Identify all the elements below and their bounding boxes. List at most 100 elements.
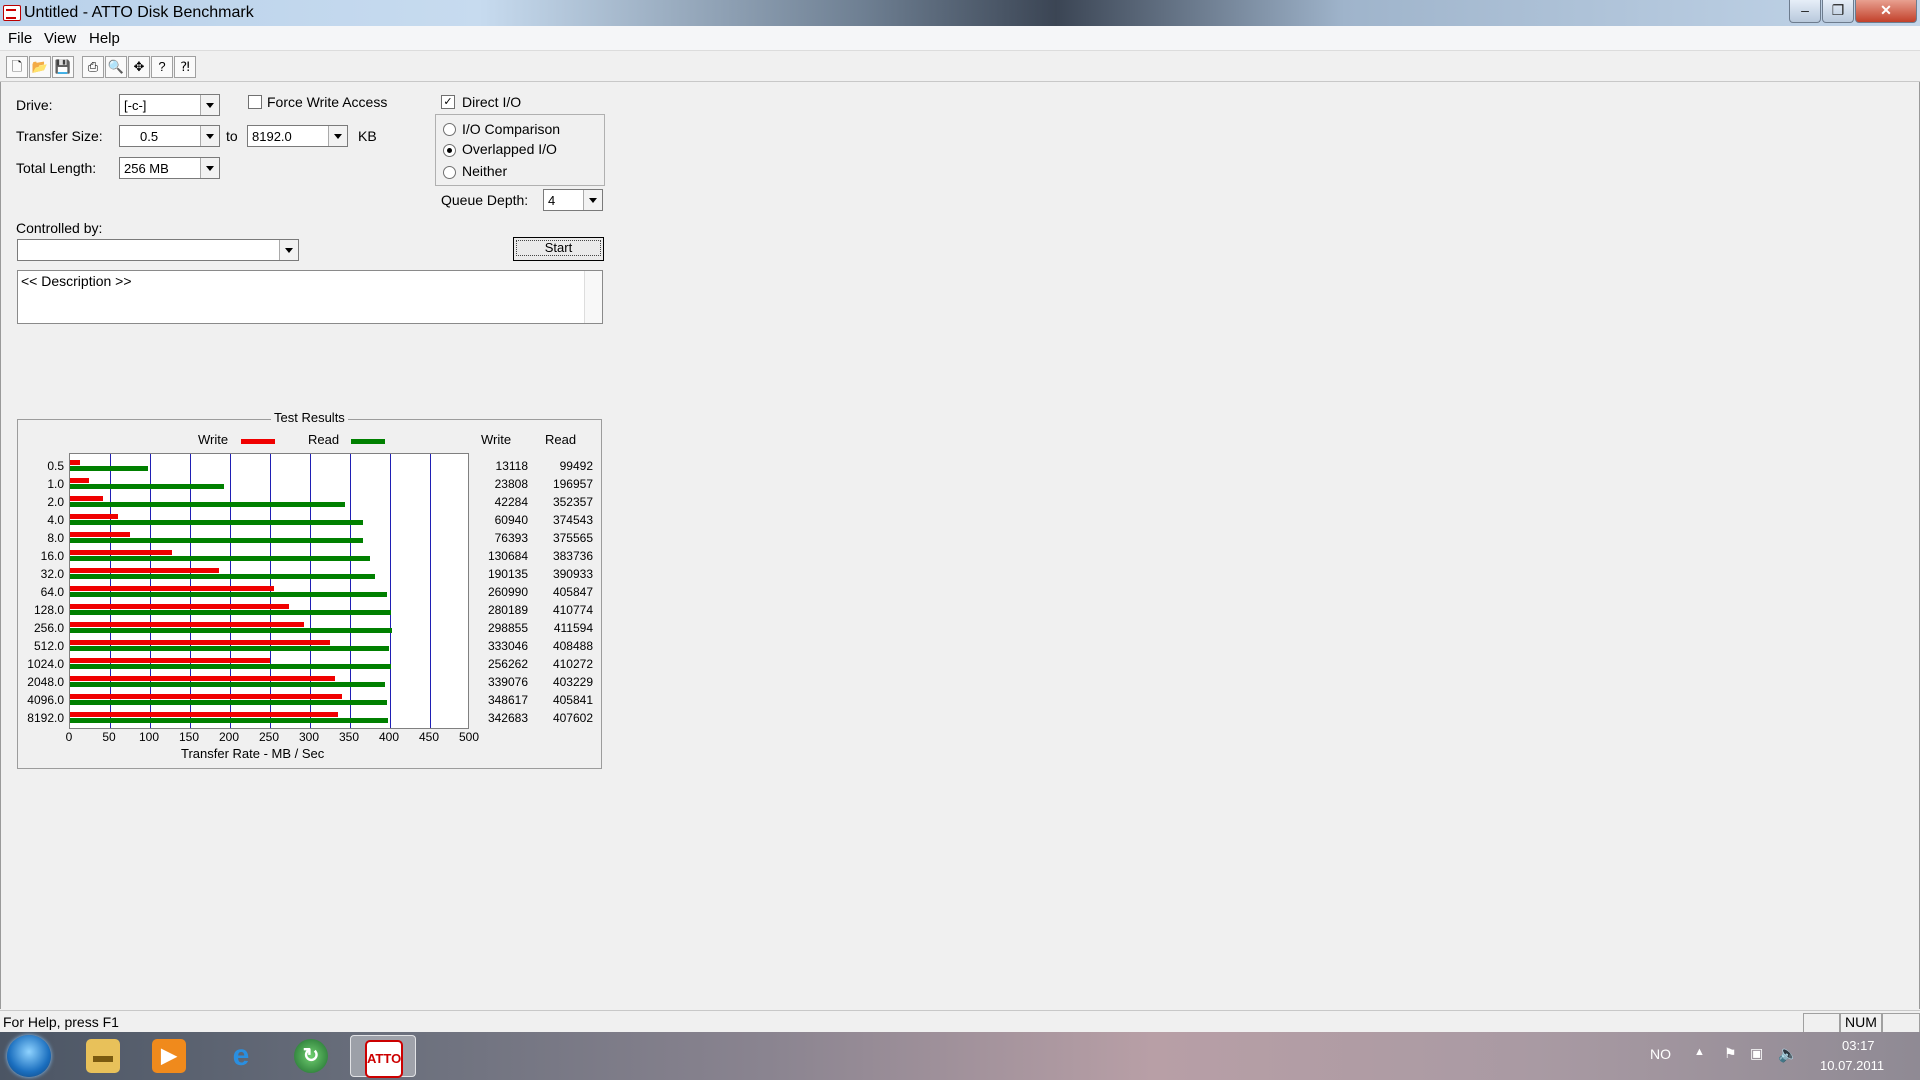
neither-label: Neither xyxy=(462,163,508,179)
menu-help[interactable]: Help xyxy=(89,30,120,47)
y-tick-label: 256.0 xyxy=(33,621,64,635)
open-folder-icon[interactable]: 📂 xyxy=(29,56,51,78)
read-value: 375565 xyxy=(552,531,593,545)
y-tick-label: 0.5 xyxy=(47,459,64,473)
maximize-button[interactable]: ❐ xyxy=(1822,0,1854,23)
overlapped-io-radio[interactable] xyxy=(443,144,456,157)
volume-icon[interactable]: 🔈 xyxy=(1778,1044,1798,1064)
write-value: 190135 xyxy=(487,567,528,581)
write-bar xyxy=(70,586,274,591)
x-tick-label: 350 xyxy=(338,730,360,744)
y-tick-label: 2.0 xyxy=(47,495,64,509)
total-length-select[interactable]: 256 MB xyxy=(119,157,220,179)
write-bar xyxy=(70,640,331,645)
window-title: Untitled - ATTO Disk Benchmark xyxy=(24,4,254,21)
y-tick-label: 2048.0 xyxy=(27,675,64,689)
write-value: 76393 xyxy=(494,531,528,545)
legend-write-label: Write xyxy=(198,432,229,447)
transfer-size-label: Transfer Size: xyxy=(16,128,103,144)
help-icon[interactable]: ? xyxy=(151,56,173,78)
chevron-down-icon[interactable] xyxy=(279,240,298,260)
action-center-flag-icon[interactable]: ⚑ xyxy=(1724,1045,1737,1062)
force-write-checkbox[interactable] xyxy=(248,95,262,109)
x-tick-label: 300 xyxy=(298,730,320,744)
controlled-by-select[interactable] xyxy=(17,239,299,261)
to-label: to xyxy=(226,128,238,144)
read-bar xyxy=(70,682,386,687)
clock-time[interactable]: 03:17 xyxy=(1842,1038,1875,1053)
grid-line xyxy=(430,454,431,728)
write-value: 339076 xyxy=(487,675,528,689)
taskbar-media-player[interactable]: ▶ xyxy=(138,1035,198,1077)
queue-depth-select[interactable]: 4 xyxy=(543,189,603,211)
neither-radio[interactable] xyxy=(443,166,456,179)
taskbar-windows-explorer[interactable]: ▬ xyxy=(72,1035,132,1077)
language-indicator[interactable]: NO xyxy=(1650,1046,1671,1062)
save-icon[interactable]: 💾 xyxy=(52,56,74,78)
x-tick-label: 500 xyxy=(458,730,480,744)
write-value: 342683 xyxy=(487,711,528,725)
print-icon[interactable]: ⎙ xyxy=(82,56,104,78)
media-player-icon: ▶ xyxy=(152,1039,186,1073)
queue-depth-label: Queue Depth: xyxy=(441,192,529,208)
internet-explorer-icon: e xyxy=(232,1039,250,1072)
transfer-to-select[interactable]: 8192.0 xyxy=(247,125,348,147)
taskbar-network-app[interactable]: ↻ xyxy=(280,1035,340,1077)
write-value: 23808 xyxy=(494,477,528,491)
read-value: 405847 xyxy=(552,585,593,599)
scrollbar[interactable] xyxy=(584,271,602,323)
description-textarea[interactable]: << Description >> xyxy=(17,270,603,324)
transfer-from-select[interactable]: 0.5 xyxy=(119,125,220,147)
y-tick-label: 8192.0 xyxy=(27,711,64,725)
io-comparison-radio[interactable] xyxy=(443,123,456,136)
y-tick-label: 4096.0 xyxy=(27,693,64,707)
context-help-icon[interactable]: ⁈ xyxy=(174,56,196,78)
read-bar xyxy=(70,520,363,525)
x-tick-label: 200 xyxy=(218,730,240,744)
write-column-header: Write xyxy=(481,432,512,447)
app-icon[interactable] xyxy=(3,5,21,21)
system-tray: NO ▲ ⚑ ▣ 🔈 03:17 10.07.2011 xyxy=(1640,1032,1920,1080)
legend-read-label: Read xyxy=(308,432,340,447)
drive-select[interactable]: [-c-] xyxy=(119,94,220,116)
network-icon[interactable]: ▣ xyxy=(1750,1045,1763,1062)
minimize-button[interactable]: – xyxy=(1789,0,1821,23)
drive-value: [-c-] xyxy=(124,98,147,113)
taskbar-atto-disk-benchmark[interactable]: ATTO xyxy=(350,1035,416,1078)
overlapped-io-label: Overlapped I/O xyxy=(462,141,557,157)
menu-file[interactable]: File xyxy=(8,30,32,47)
legend-write-swatch xyxy=(241,439,275,444)
chevron-down-icon[interactable] xyxy=(583,190,602,210)
chevron-down-icon[interactable] xyxy=(200,126,219,146)
chevron-down-icon[interactable] xyxy=(200,158,219,178)
direct-io-checkbox[interactable]: ✓ xyxy=(441,95,455,109)
drive-label: Drive: xyxy=(16,97,53,113)
taskbar-internet-explorer[interactable]: e xyxy=(210,1035,270,1077)
bar-chart-plot xyxy=(69,453,469,729)
chevron-down-icon[interactable] xyxy=(200,95,219,115)
transfer-to-value: 8192.0 xyxy=(252,129,292,144)
write-value: 130684 xyxy=(487,549,528,563)
write-bar xyxy=(70,658,271,663)
read-value: 408488 xyxy=(552,639,593,653)
menu-view[interactable]: View xyxy=(44,30,76,47)
chevron-down-icon[interactable] xyxy=(328,126,347,146)
close-button[interactable]: ✕ xyxy=(1855,0,1917,23)
controlled-by-label: Controlled by: xyxy=(16,220,103,236)
read-bar xyxy=(70,646,390,651)
print-preview-icon[interactable]: 🔍 xyxy=(105,56,127,78)
read-value: 352357 xyxy=(552,495,593,509)
write-value: 348617 xyxy=(487,693,528,707)
new-file-icon[interactable]: 🗋 xyxy=(6,56,28,78)
folder-icon: ▬ xyxy=(86,1039,120,1073)
x-axis-title: Transfer Rate - MB / Sec xyxy=(181,746,325,761)
move-icon[interactable]: ✥ xyxy=(128,56,150,78)
write-value: 260990 xyxy=(487,585,528,599)
show-hidden-icons-icon[interactable]: ▲ xyxy=(1694,1046,1705,1058)
total-length-label: Total Length: xyxy=(16,160,97,176)
legend-read-swatch xyxy=(351,439,385,444)
clock-date[interactable]: 10.07.2011 xyxy=(1820,1058,1884,1073)
start-button[interactable]: Start xyxy=(513,237,604,261)
read-value: 99492 xyxy=(559,459,593,473)
start-button-orb[interactable] xyxy=(7,1035,51,1077)
